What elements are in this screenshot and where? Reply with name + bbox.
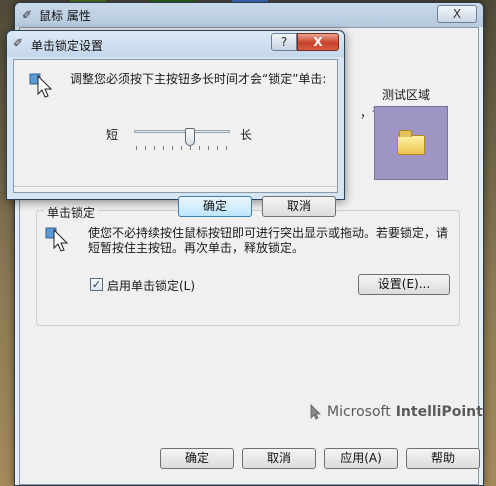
cancel-button[interactable]: 取消 xyxy=(242,448,316,469)
click-lock-icon xyxy=(29,73,53,98)
brand-intellipoint: IntelliPoint xyxy=(395,404,483,420)
close-button[interactable]: X xyxy=(437,5,477,23)
window-title: 鼠标 属性 xyxy=(39,9,91,23)
dialog-separator xyxy=(14,186,337,187)
slider-ticks xyxy=(136,146,230,150)
slider-min-label: 短 xyxy=(106,128,119,142)
help-button[interactable]: 帮助 xyxy=(406,448,480,469)
intellipoint-brand: Microsoft IntelliPoint xyxy=(310,404,483,420)
slider-thumb[interactable] xyxy=(185,128,195,146)
dialog-cancel-button[interactable]: 取消 xyxy=(262,196,336,217)
folder-icon[interactable] xyxy=(397,130,425,155)
click-lock-time-slider[interactable]: 短 长 xyxy=(106,124,256,164)
dialog-client-area: 调整您必须按下主按钮多长时间才会“锁定”单击: 短 长 确定 取消 xyxy=(13,59,338,217)
brand-microsoft: Microsoft xyxy=(327,404,391,420)
mouse-icon: ✐ xyxy=(21,8,33,22)
mouse-icon: ✐ xyxy=(13,36,24,50)
click-lock-settings-dialog: ✐ 单击锁定设置 ? X 调整您必须按下主按钮多长时间才会“锁定”单击: 短 长… xyxy=(6,30,345,217)
dialog-close-button[interactable]: X xyxy=(297,33,339,51)
dialog-ok-button[interactable]: 确定 xyxy=(178,196,252,217)
click-lock-settings-button[interactable]: 设置(E)... xyxy=(358,274,450,295)
dialog-description: 调整您必须按下主按钮多长时间才会“锁定”单击: xyxy=(70,72,327,86)
ok-button[interactable]: 确定 xyxy=(160,448,234,469)
dialog-help-button[interactable]: ? xyxy=(271,33,297,51)
enable-click-lock-label[interactable]: 启用单击锁定(L) xyxy=(107,277,195,294)
pointer-logo-icon xyxy=(310,404,321,420)
dialog-title-bar: ✐ 单击锁定设置 ? X xyxy=(7,31,344,57)
click-lock-icon xyxy=(45,227,69,252)
slider-track[interactable] xyxy=(134,128,230,146)
click-lock-description: 使您不必持续按住鼠标按钮即可进行突出显示或拖动。若要锁定，请短暂按住主按钮。再次… xyxy=(88,226,449,255)
test-area-label: 测试区域 xyxy=(382,88,431,102)
enable-click-lock-checkbox[interactable]: ✓ xyxy=(90,278,103,291)
slider-max-label: 长 xyxy=(240,128,253,142)
click-lock-group-label: 单击锁定 xyxy=(44,204,99,221)
dialog-title: 单击锁定设置 xyxy=(31,39,104,53)
apply-button[interactable]: 应用(A) xyxy=(324,448,398,469)
test-area[interactable] xyxy=(374,106,448,180)
title-bar: ✐ 鼠标 属性 X xyxy=(15,3,483,27)
